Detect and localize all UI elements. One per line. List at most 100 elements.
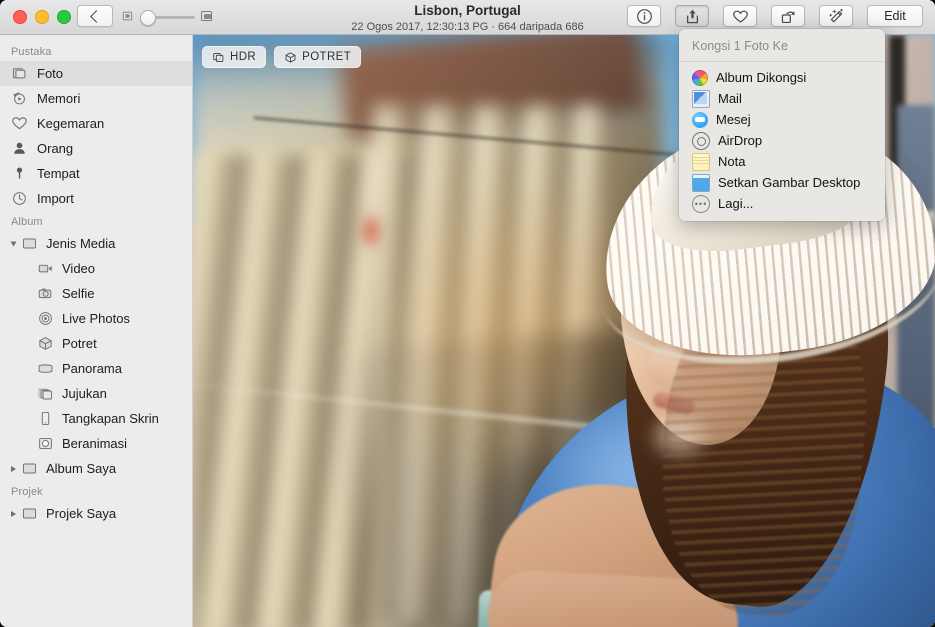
chevron-down-icon[interactable] — [10, 241, 17, 246]
sidebar-item-label: Tangkapan Skrin — [62, 411, 159, 426]
share-item-label: Lagi... — [718, 196, 754, 211]
cube-icon — [39, 337, 52, 350]
sidebar-section-header-projek: Projek — [11, 486, 43, 498]
cube-icon — [285, 51, 296, 63]
minimize-button[interactable] — [35, 10, 49, 24]
rotate-icon — [781, 10, 795, 23]
clock-icon — [13, 192, 26, 205]
mail-icon — [692, 89, 710, 108]
info-button[interactable] — [627, 5, 661, 27]
sidebar: Pustaka Foto Memori Kegemaran Orang Temp… — [0, 35, 193, 627]
person-icon — [14, 142, 25, 154]
photo-badges: HDR POTRET — [202, 46, 362, 68]
back-button[interactable] — [77, 5, 113, 27]
share-item-setkan-gambar-desktop[interactable]: Setkan Gambar Desktop — [679, 172, 885, 193]
badge-label: HDR — [230, 51, 257, 63]
sidebar-item-live-photos[interactable]: Live Photos — [0, 306, 192, 331]
heart-icon — [732, 10, 748, 23]
notes-icon — [692, 152, 710, 171]
hdr-layers-icon — [213, 52, 224, 62]
close-button[interactable] — [13, 10, 27, 24]
sidebar-section-header-album: Album — [11, 216, 43, 228]
share-item-label: Mail — [718, 91, 742, 106]
sidebar-item-tempat[interactable]: Tempat — [0, 161, 192, 186]
window-traffic-lights — [13, 10, 71, 24]
photos-window: Lisbon, Portugal 22 Ogos 2017, 12:30:13 … — [0, 0, 935, 627]
messages-icon — [692, 111, 708, 128]
sidebar-item-tangkapan-skrin[interactable]: Tangkapan Skrin — [0, 406, 192, 431]
sidebar-item-foto[interactable]: Foto — [0, 61, 192, 86]
badge-label: POTRET — [302, 51, 352, 63]
favorite-button[interactable] — [723, 5, 757, 27]
sidebar-item-potret[interactable]: Potret — [0, 331, 192, 356]
sidebar-item-label: Foto — [37, 66, 64, 81]
large-thumbnail-icon[interactable] — [201, 11, 212, 21]
folder-icon — [22, 238, 37, 249]
share-item-label: Album Dikongsi — [716, 70, 807, 85]
share-item-airdrop[interactable]: AirDrop — [679, 130, 885, 151]
sidebar-item-label: Video — [62, 261, 96, 276]
video-icon — [38, 264, 52, 273]
badge-potret[interactable]: POTRET — [274, 46, 362, 68]
share-popover: Kongsi 1 Foto Ke Album Dikongsi Mail Mes… — [679, 29, 885, 221]
edit-button[interactable]: Edit — [867, 5, 923, 27]
thumbnail-size-slider[interactable] — [122, 10, 212, 26]
share-icon — [686, 9, 698, 23]
share-item-album-dikongsi[interactable]: Album Dikongsi — [679, 67, 885, 88]
share-item-label: Setkan Gambar Desktop — [718, 175, 861, 190]
folder-icon — [22, 463, 37, 474]
sidebar-item-import[interactable]: Import — [0, 186, 192, 211]
badge-hdr[interactable]: HDR — [202, 46, 267, 68]
sidebar-item-label: Import — [37, 191, 74, 206]
sidebar-item-label: Kegemaran — [37, 116, 105, 131]
slider-knob[interactable] — [140, 10, 156, 26]
panorama-icon — [38, 364, 53, 373]
chevron-right-icon[interactable] — [11, 510, 16, 517]
sidebar-item-label: Potret — [62, 336, 97, 351]
zoom-button[interactable] — [57, 10, 71, 24]
share-item-lagi[interactable]: ••• Lagi... — [679, 193, 885, 214]
more-icon: ••• — [692, 194, 710, 213]
magic-wand-icon — [828, 8, 843, 22]
photos-icon — [12, 68, 26, 79]
small-thumbnail-icon[interactable] — [122, 11, 133, 21]
share-item-mail[interactable]: Mail — [679, 88, 885, 109]
sidebar-item-label: Tempat — [37, 166, 80, 181]
sidebar-item-beranimasi[interactable]: Beranimasi — [0, 431, 192, 456]
animated-icon — [39, 438, 52, 449]
sidebar-item-album-saya[interactable]: Album Saya — [0, 456, 192, 481]
sidebar-item-projek-saya[interactable]: Projek Saya — [0, 501, 192, 526]
sidebar-item-jujukan[interactable]: Jujukan — [0, 381, 192, 406]
chevron-right-icon[interactable] — [11, 465, 16, 472]
burst-icon — [38, 388, 53, 400]
screenshot-icon — [41, 411, 50, 426]
sidebar-item-kegemaran[interactable]: Kegemaran — [0, 111, 192, 136]
share-item-label: AirDrop — [718, 133, 763, 148]
share-popover-header: Kongsi 1 Foto Ke — [679, 35, 885, 62]
sidebar-item-label: Beranimasi — [62, 436, 128, 451]
photo-red-accent — [358, 210, 384, 252]
sidebar-item-panorama[interactable]: Panorama — [0, 356, 192, 381]
sidebar-item-label: Jenis Media — [46, 236, 116, 251]
share-item-mesej[interactable]: Mesej — [679, 109, 885, 130]
desktop-icon — [692, 173, 710, 192]
sidebar-item-label: Projek Saya — [46, 506, 117, 521]
sidebar-item-label: Memori — [37, 91, 81, 106]
enhance-button[interactable] — [819, 5, 853, 27]
sidebar-item-selfie[interactable]: Selfie — [0, 281, 192, 306]
sidebar-item-video[interactable]: Video — [0, 256, 192, 281]
sidebar-item-label: Jujukan — [62, 386, 107, 401]
sidebar-item-orang[interactable]: Orang — [0, 136, 192, 161]
sidebar-item-label: Live Photos — [62, 311, 130, 326]
sidebar-item-memori[interactable]: Memori — [0, 86, 192, 111]
livephoto-icon — [39, 312, 52, 325]
sidebar-item-label: Panorama — [62, 361, 122, 376]
sidebar-section-header-library: Pustaka — [11, 46, 52, 58]
share-item-nota[interactable]: Nota — [679, 151, 885, 172]
sidebar-item-label: Album Saya — [46, 461, 117, 476]
edit-button-label: Edit — [884, 9, 906, 23]
rotate-button[interactable] — [771, 5, 805, 27]
share-item-label: Mesej — [716, 112, 751, 127]
share-button[interactable] — [675, 5, 709, 27]
sidebar-item-jenis-media[interactable]: Jenis Media — [0, 231, 192, 256]
